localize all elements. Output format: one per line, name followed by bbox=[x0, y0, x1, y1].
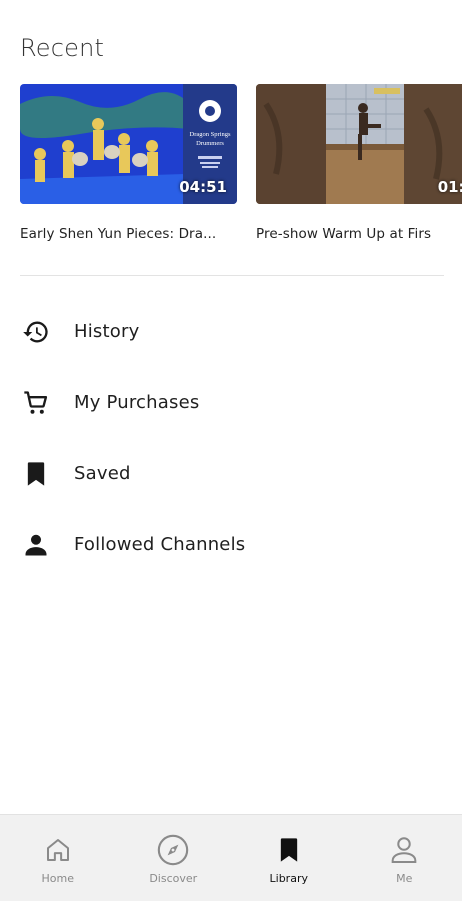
menu-item-history[interactable]: History bbox=[0, 296, 462, 367]
nav-tab-me[interactable]: Me bbox=[347, 815, 462, 901]
nav-label: Discover bbox=[149, 872, 197, 885]
recent-video-card[interactable]: 01:0 Pre-show Warm Up at Firs bbox=[256, 84, 462, 242]
video-duration: 04:51 bbox=[179, 178, 227, 196]
recent-video-card[interactable]: Dragon Springs Drummers 04:51 Early Shen… bbox=[20, 84, 237, 242]
menu-item-my-purchases[interactable]: My Purchases bbox=[0, 367, 462, 438]
video-thumbnail[interactable]: Dragon Springs Drummers 04:51 bbox=[20, 84, 237, 204]
nav-tab-library[interactable]: Library bbox=[231, 815, 347, 901]
menu-item-label: Followed Channels bbox=[74, 534, 245, 555]
menu-item-label: Saved bbox=[74, 463, 131, 484]
nav-label: Home bbox=[42, 872, 74, 885]
recent-carousel[interactable]: Dragon Springs Drummers 04:51 Early Shen… bbox=[20, 84, 462, 254]
recent-heading: Recent bbox=[20, 34, 104, 62]
video-duration: 01:0 bbox=[438, 178, 462, 196]
menu-item-saved[interactable]: Saved bbox=[0, 438, 462, 509]
svg-text:Dragon Springs: Dragon Springs bbox=[190, 131, 231, 138]
video-title[interactable]: Pre-show Warm Up at Firs bbox=[256, 226, 462, 242]
menu-item-label: History bbox=[74, 321, 139, 342]
thumbnail-image bbox=[256, 84, 462, 204]
cart-icon bbox=[22, 389, 50, 417]
video-title[interactable]: Early Shen Yun Pieces: Dra... bbox=[20, 226, 237, 242]
video-thumbnail[interactable]: 01:0 bbox=[256, 84, 462, 204]
nav-tab-discover[interactable]: Discover bbox=[116, 815, 232, 901]
section-divider bbox=[20, 275, 444, 276]
menu-item-label: My Purchases bbox=[74, 392, 199, 413]
library-menu: History My Purchases Saved Followed Chan… bbox=[0, 296, 462, 580]
menu-item-followed-channels[interactable]: Followed Channels bbox=[0, 509, 462, 580]
nav-tab-home[interactable]: Home bbox=[0, 815, 116, 901]
compass-icon bbox=[156, 833, 190, 867]
bookmark-icon bbox=[22, 460, 50, 488]
nav-label: Me bbox=[396, 872, 412, 885]
home-icon bbox=[41, 833, 75, 867]
history-icon bbox=[22, 318, 50, 346]
nav-label: Library bbox=[270, 872, 308, 885]
person-outline-icon bbox=[387, 833, 421, 867]
person-icon bbox=[22, 531, 50, 559]
bottom-navigation: Home Discover Library Me bbox=[0, 814, 462, 901]
bookmark-icon bbox=[272, 833, 306, 867]
svg-text:Drummers: Drummers bbox=[196, 140, 224, 147]
